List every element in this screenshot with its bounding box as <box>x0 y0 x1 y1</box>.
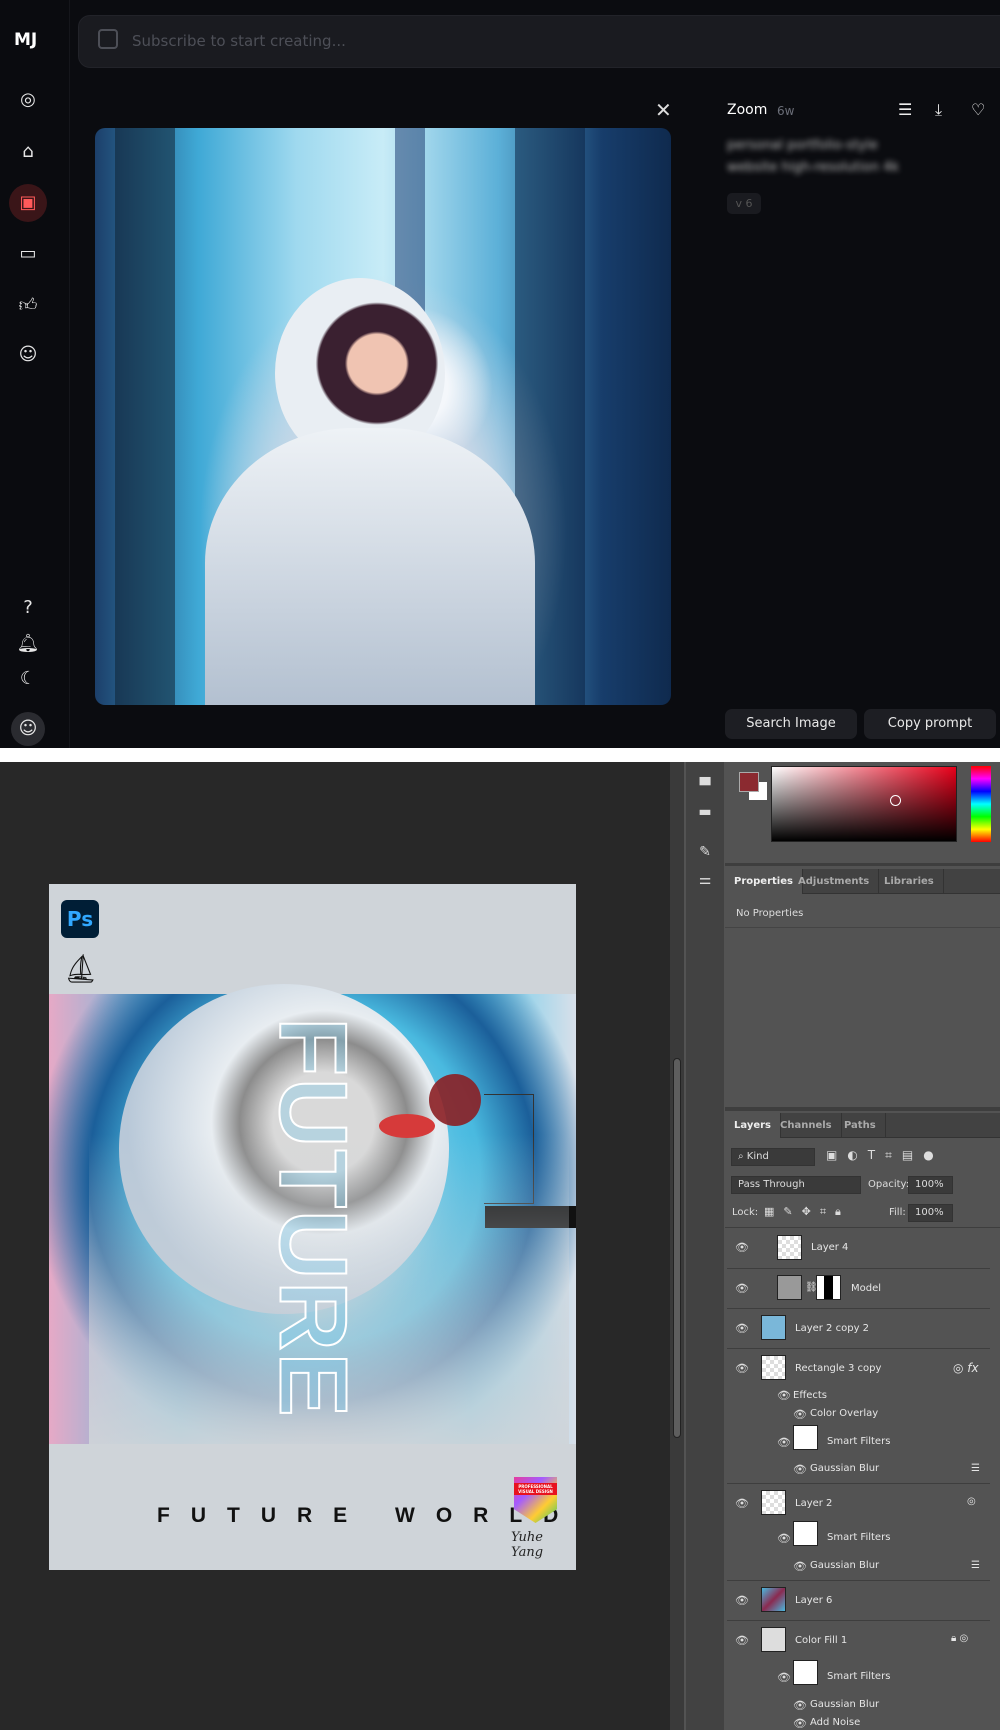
prompt-input[interactable]: Subscribe to start creating... <box>78 15 1000 68</box>
bell-icon[interactable]: 🔔︎ <box>16 632 40 656</box>
search-image-button[interactable]: Search Image <box>725 709 857 739</box>
layer-filter-icons[interactable]: ▣◐T⌗▤● <box>826 1148 944 1163</box>
photoshop-window: Ps ⛵︎ FUTURE FUTURE WORLD PROFESSIONAL V… <box>0 762 1000 1730</box>
chat-icon[interactable]: ▭ <box>16 242 40 266</box>
foreground-color-swatch[interactable] <box>739 772 759 792</box>
visibility-eye-icon[interactable]: 👁︎ <box>777 1532 791 1545</box>
fx-icon: ◎ fx <box>953 1361 979 1375</box>
visibility-eye-icon[interactable]: 👁︎ <box>735 1241 749 1254</box>
moon-icon[interactable]: ☾ <box>16 667 40 691</box>
opacity-label: Opacity: <box>868 1179 910 1190</box>
future-title: FUTURE <box>259 1016 368 1419</box>
brush-settings-icon[interactable]: ✎ <box>686 844 724 860</box>
filter-options-icon: ☰ <box>971 1560 980 1571</box>
visibility-eye-icon[interactable]: 👁︎ <box>735 1634 749 1647</box>
panel-title: Zoom <box>727 102 768 118</box>
signature: Yuhe Yang <box>511 1530 544 1560</box>
poster-subtitle: FUTURE WORLD <box>157 1504 576 1527</box>
color-panel <box>725 762 1000 866</box>
no-properties-text: No Properties <box>736 908 804 919</box>
opacity-input[interactable]: 100% <box>908 1176 953 1194</box>
layer-mask-thumbnail <box>816 1275 841 1300</box>
sidebar: MJ ◎ ⌂ ▣ ▭ 👍︎ ☺ ? 🔔︎ ☾ ☺ <box>0 0 70 748</box>
hue-slider[interactable] <box>971 766 991 842</box>
image-icon <box>98 29 118 49</box>
visibility-eye-icon[interactable]: 👁︎ <box>793 1408 807 1421</box>
tab-paths[interactable]: Paths <box>835 1113 886 1138</box>
visibility-eye-icon[interactable]: 👁︎ <box>735 1594 749 1607</box>
tab-libraries[interactable]: Libraries <box>875 869 944 894</box>
visibility-eye-icon[interactable]: 👁︎ <box>793 1717 807 1730</box>
canvas-area[interactable]: Ps ⛵︎ FUTURE FUTURE WORLD PROFESSIONAL V… <box>0 762 670 1730</box>
layer-row[interactable]: 👁︎ ⛓ Model <box>727 1269 990 1309</box>
poster-document[interactable]: Ps ⛵︎ FUTURE FUTURE WORLD PROFESSIONAL V… <box>49 884 576 1570</box>
midjourney-window: MJ ◎ ⌂ ▣ ▭ 👍︎ ☺ ? 🔔︎ ☾ ☺ Subscribe to st… <box>0 0 1000 748</box>
visibility-eye-icon[interactable]: 👁︎ <box>793 1560 807 1573</box>
lock-icon: 🔒︎ ◎ <box>951 1633 969 1644</box>
visibility-eye-icon[interactable]: 👁︎ <box>735 1322 749 1335</box>
layer-row[interactable]: 👁︎ Layer 2 ◎ 👁︎ Smart Filters 👁︎ Gaussian Bl… <box>727 1484 990 1581</box>
fill-label: Fill: <box>889 1207 906 1218</box>
help-icon[interactable]: ? <box>16 596 40 620</box>
visibility-eye-icon[interactable]: 👁︎ <box>777 1671 791 1684</box>
layer-filter-kind[interactable]: ⌕ Kind <box>731 1148 815 1166</box>
layer-row[interactable]: 👁︎ Layer 4 <box>727 1228 990 1269</box>
copy-prompt-button[interactable]: Copy prompt <box>864 709 996 739</box>
layers-tabs: Layers Channels Paths <box>725 1113 1000 1138</box>
adjust-icon[interactable]: ⚌ <box>686 872 724 888</box>
compass-icon[interactable]: ◎ <box>16 88 40 112</box>
image-icon[interactable]: ▣ <box>9 184 47 222</box>
panel-toolbar: ▀ ▬ ✎ ⚌ <box>686 762 724 1730</box>
tab-adjustments[interactable]: Adjustments <box>789 869 880 894</box>
logo[interactable]: MJ <box>14 30 37 50</box>
saturation-value-picker[interactable] <box>771 766 957 842</box>
visibility-eye-icon[interactable]: 👁︎ <box>777 1436 791 1449</box>
layer-row[interactable]: 👁︎ Color Fill 1 🔒︎ ◎ 👁︎ Smart Filters 👁︎ Gau… <box>727 1621 990 1730</box>
properties-tabs: Properties Adjustments Libraries <box>725 869 1000 894</box>
comment-icon[interactable]: ▬ <box>686 804 724 820</box>
layer-row[interactable]: 👁︎ Layer 2 copy 2 <box>727 1309 990 1349</box>
layer-row[interactable]: 👁︎ Layer 6 <box>727 1581 990 1621</box>
fill-input[interactable]: 100% <box>908 1204 953 1222</box>
version-badge: v 6 <box>727 193 761 214</box>
image-details-panel: Zoom 6w ☰ ⤓ ♡ personal portfolio-style w… <box>707 80 1000 748</box>
menu-icon[interactable]: ☰ <box>898 100 912 119</box>
profile-icon[interactable]: ☺ <box>16 343 40 367</box>
brush-icon[interactable]: ⌂ <box>16 140 40 164</box>
photoshop-logo: Ps <box>61 900 99 938</box>
filter-options-icon: ☰ <box>971 1463 980 1474</box>
close-icon[interactable]: ✕ <box>655 98 672 122</box>
visibility-eye-icon[interactable]: 👁︎ <box>735 1282 749 1295</box>
prompt-text: personal portfolio-style <box>727 138 878 153</box>
tab-channels[interactable]: Channels <box>771 1113 842 1138</box>
sailboat-logo: ⛵︎ <box>63 952 99 985</box>
layer-row[interactable]: 👁︎ Rectangle 3 copy ◎ fx 👁︎ Effects 👁︎ Color… <box>727 1349 990 1484</box>
prompt-text: website high-resolution 4k <box>727 160 899 175</box>
plugin-icon[interactable]: ▀ <box>686 778 724 794</box>
heart-icon[interactable]: ♡ <box>971 100 985 119</box>
visibility-eye-icon[interactable]: 👁︎ <box>793 1699 807 1712</box>
vertical-scrollbar[interactable] <box>670 762 684 1730</box>
blend-mode-select[interactable]: Pass Through <box>731 1176 861 1194</box>
visibility-eye-icon[interactable]: 👁︎ <box>735 1497 749 1510</box>
account-icon[interactable]: ☺ <box>11 712 45 746</box>
download-icon[interactable]: ⤓ <box>935 100 942 120</box>
lock-icons[interactable]: ▦✎✥⌗🔒︎ <box>764 1205 850 1219</box>
visibility-eye-icon[interactable]: 👁︎ <box>777 1389 791 1402</box>
visibility-eye-icon[interactable]: 👁︎ <box>793 1463 807 1476</box>
image-age: 6w <box>777 104 795 118</box>
visibility-eye-icon[interactable]: 👁︎ <box>735 1362 749 1375</box>
generated-image[interactable] <box>95 128 671 705</box>
prompt-placeholder: Subscribe to start creating... <box>132 32 346 50</box>
lock-label: Lock: <box>732 1207 759 1218</box>
thumbs-up-icon[interactable]: 👍︎ <box>16 294 40 318</box>
